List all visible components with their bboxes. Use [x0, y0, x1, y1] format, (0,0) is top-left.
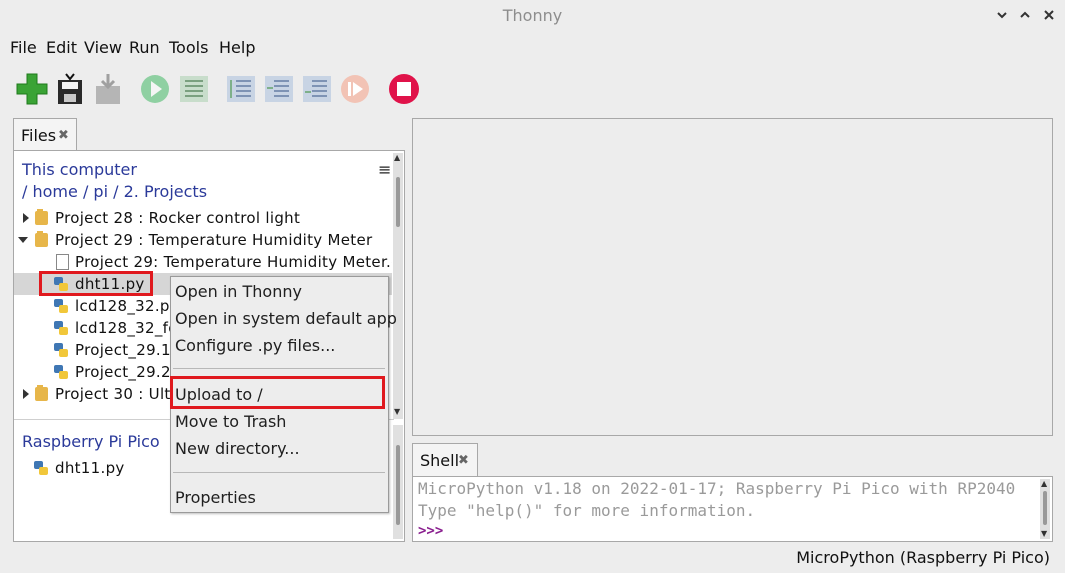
- menu-item-trash[interactable]: Move to Trash: [175, 412, 384, 431]
- scroll-up-icon[interactable]: ▲: [394, 153, 400, 162]
- menu-view[interactable]: View: [84, 38, 122, 57]
- shell-line: Type "help()" for more information.: [418, 501, 756, 520]
- list-item[interactable]: Project 29 : Temperature Humidity Meter: [14, 229, 392, 251]
- scrollbar[interactable]: ▲ ▼: [393, 153, 403, 419]
- python-file-icon: [54, 343, 68, 357]
- tab-shell[interactable]: Shell ✖: [412, 443, 478, 477]
- step-into-icon[interactable]: [262, 72, 296, 106]
- editor-area[interactable]: [412, 118, 1053, 436]
- close-tab-icon[interactable]: ✖: [58, 128, 69, 143]
- menu-run[interactable]: Run: [129, 38, 160, 57]
- run-icon[interactable]: [139, 72, 173, 106]
- folder-icon: [35, 385, 48, 401]
- tab-files-label: Files: [21, 126, 57, 145]
- list-item-label: Project 29: Temperature Humidity Meter.d…: [75, 253, 392, 271]
- shell-prompt: >>>: [418, 523, 444, 539]
- breadcrumb-projects[interactable]: 2. Projects: [124, 182, 207, 201]
- maximize-icon[interactable]: [1016, 6, 1034, 24]
- minimize-icon[interactable]: [993, 6, 1011, 24]
- list-item-label: Project 29 : Temperature Humidity Meter: [55, 231, 373, 249]
- menu-help[interactable]: Help: [219, 38, 255, 57]
- scrollbar-thumb[interactable]: [396, 177, 400, 227]
- menu-edit[interactable]: Edit: [46, 38, 77, 57]
- scrollbar[interactable]: ▲ ▼: [1040, 479, 1050, 539]
- highlight-box: [39, 271, 153, 296]
- menu-item-open-default[interactable]: Open in system default app: [175, 309, 397, 328]
- list-item-label: Project 28 : Rocker control light: [55, 209, 301, 227]
- debug-icon[interactable]: [177, 72, 211, 106]
- folder-icon: [35, 209, 48, 225]
- close-tab-icon[interactable]: ✖: [458, 453, 469, 468]
- breadcrumb: / home / pi / 2. Projects: [22, 182, 207, 201]
- list-item-label: Project_29.2_: [75, 363, 179, 381]
- list-item-label: dht11.py: [55, 459, 125, 477]
- shell-line: MicroPython v1.18 on 2022-01-17; Raspber…: [418, 479, 1016, 498]
- step-out-icon[interactable]: [300, 72, 334, 106]
- document-icon: [56, 254, 69, 270]
- python-file-icon: [54, 321, 68, 335]
- python-file-icon: [34, 461, 48, 475]
- shell-panel[interactable]: MicroPython v1.18 on 2022-01-17; Raspber…: [412, 476, 1053, 542]
- menu-tools[interactable]: Tools: [169, 38, 208, 57]
- breadcrumb-sep: /: [22, 182, 28, 201]
- tab-shell-label: Shell: [420, 451, 460, 470]
- list-item[interactable]: Project 29: Temperature Humidity Meter.d…: [14, 251, 392, 273]
- scroll-down-icon[interactable]: ▼: [394, 407, 400, 416]
- breadcrumb-pi[interactable]: pi: [93, 182, 108, 201]
- interpreter-status[interactable]: MicroPython (Raspberry Pi Pico): [796, 548, 1050, 567]
- breadcrumb-sep: /: [82, 182, 89, 201]
- scrollbar-thumb[interactable]: [1043, 491, 1047, 525]
- scroll-down-icon[interactable]: ▼: [1041, 529, 1047, 538]
- breadcrumb-sep: /: [113, 182, 119, 201]
- scrollbar[interactable]: [393, 425, 403, 539]
- python-file-icon: [54, 365, 68, 379]
- new-icon[interactable]: [15, 72, 49, 106]
- list-item-label: Project 30 : Ult: [55, 385, 171, 403]
- scrollbar-thumb[interactable]: [396, 445, 400, 525]
- resume-icon[interactable]: [339, 72, 373, 106]
- title-bar: Thonny: [0, 0, 1065, 32]
- expand-icon[interactable]: [23, 213, 29, 223]
- stop-icon[interactable]: [387, 72, 421, 106]
- menu-item-open-thonny[interactable]: Open in Thonny: [175, 282, 384, 301]
- pico-label: Raspberry Pi Pico: [22, 432, 160, 451]
- menu-file[interactable]: File: [10, 38, 37, 57]
- step-over-icon[interactable]: [224, 72, 258, 106]
- load-icon[interactable]: [92, 72, 126, 106]
- menu-item-configure[interactable]: Configure .py files...: [175, 336, 384, 355]
- list-item-label: lcd128_32.py: [75, 297, 179, 315]
- this-computer-label: This computer: [22, 160, 137, 179]
- list-item[interactable]: Project 28 : Rocker control light: [14, 207, 392, 229]
- breadcrumb-home[interactable]: home: [32, 182, 77, 201]
- menu-separator: [173, 472, 385, 473]
- menu-separator: [173, 368, 385, 369]
- shell-output: MicroPython v1.18 on 2022-01-17; Raspber…: [413, 477, 1038, 541]
- menu-item-properties[interactable]: Properties: [175, 488, 384, 507]
- folder-icon: [35, 231, 48, 247]
- save-icon[interactable]: [54, 72, 88, 106]
- list-item-label: lcd128_32_fo: [75, 319, 178, 337]
- close-icon[interactable]: [1040, 6, 1058, 24]
- expand-icon[interactable]: [23, 389, 29, 399]
- menu-icon[interactable]: ≡: [378, 160, 391, 179]
- list-item-label: Project_29.1_: [75, 341, 179, 359]
- window-title: Thonny: [502, 6, 563, 25]
- highlight-box: [170, 376, 385, 409]
- tab-files[interactable]: Files ✖: [13, 118, 77, 152]
- python-file-icon: [54, 299, 68, 313]
- menu-item-new-directory[interactable]: New directory...: [175, 439, 384, 458]
- collapse-icon[interactable]: [18, 237, 28, 243]
- scroll-up-icon[interactable]: ▲: [1041, 479, 1047, 488]
